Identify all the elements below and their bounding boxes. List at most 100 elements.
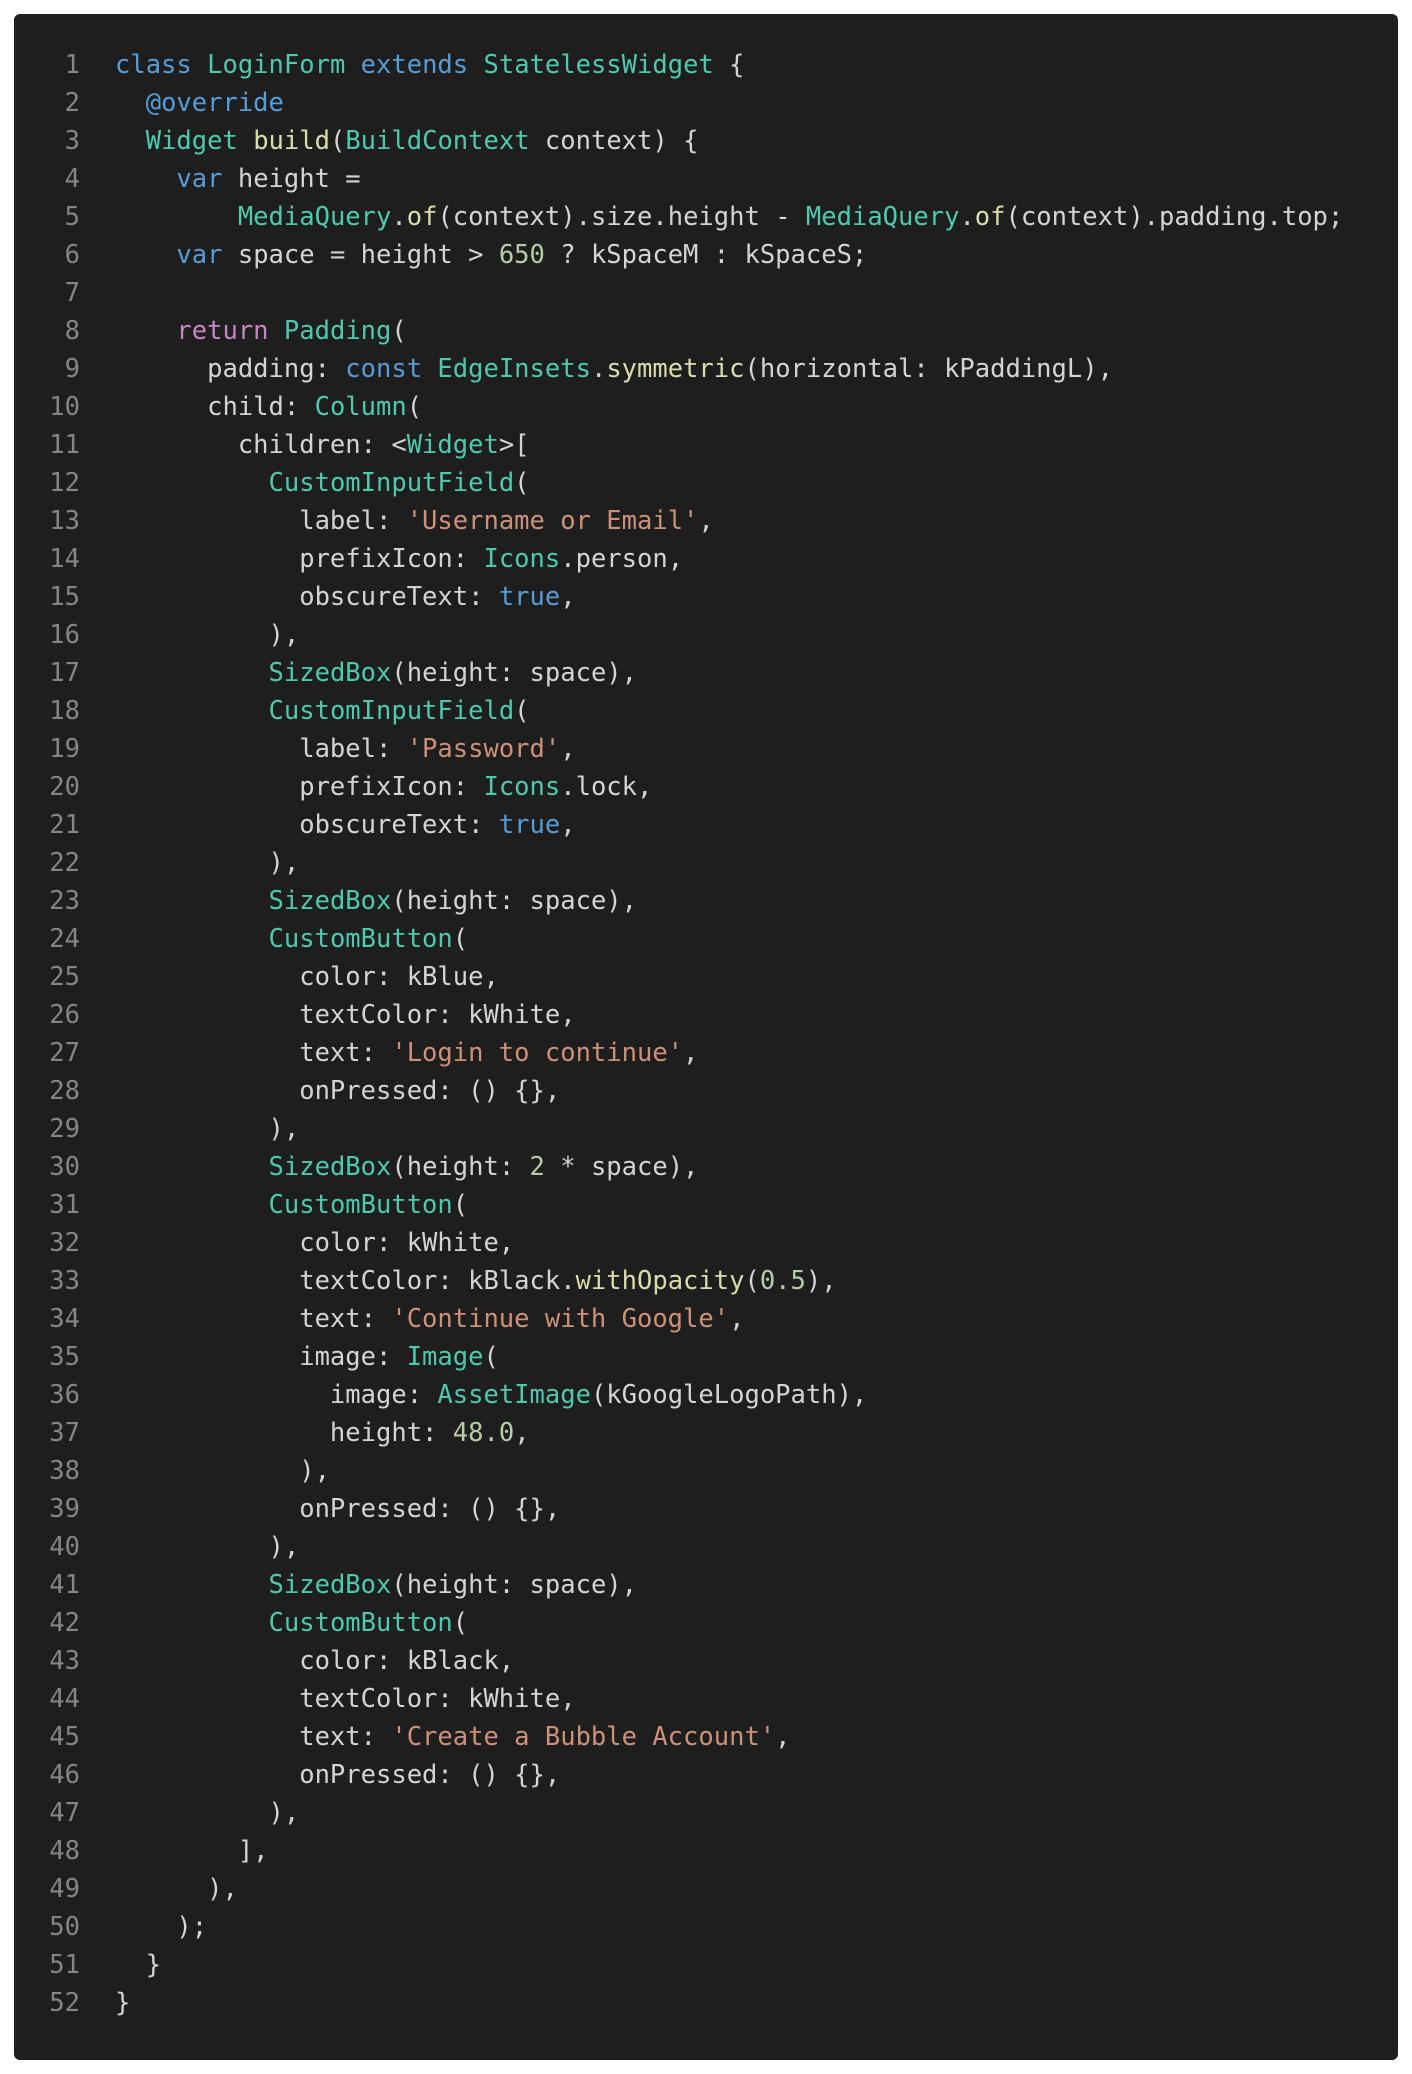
code-token: child: (115, 392, 315, 422)
line-number: 3 (64, 126, 80, 156)
code-token: 'Login to continue' (391, 1038, 684, 1068)
code-token: EdgeInsets (437, 354, 591, 384)
code-line: 1 class LoginForm extends StatelessWidget… (14, 46, 1398, 84)
code-token: color: kBlue, (115, 962, 499, 992)
code-text: label: 'Username or Email', (80, 502, 1398, 540)
line-number: 12 (49, 468, 80, 498)
code-token: 'Username or Email' (406, 506, 699, 536)
code-token: , (560, 582, 576, 612)
code-line: 21 obscureText: true, (14, 806, 1398, 844)
code-token: image: (115, 1342, 407, 1372)
line-number: 35 (49, 1342, 80, 1372)
code-line: 24 CustomButton( (14, 920, 1398, 958)
code-token: return (176, 316, 269, 346)
line-number: 43 (49, 1646, 80, 1676)
line-number: 45 (49, 1722, 80, 1752)
code-line: 39 onPressed: () {}, (14, 1490, 1398, 1528)
line-number: 31 (49, 1190, 80, 1220)
code-text: textColor: kWhite, (80, 1680, 1398, 1718)
code-token: 2 (529, 1152, 545, 1182)
line-number: 36 (49, 1380, 80, 1410)
code-token: , (729, 1304, 745, 1334)
code-line: 45 text: 'Create a Bubble Account', (14, 1718, 1398, 1756)
line-number: 41 (49, 1570, 80, 1600)
code-line: 16 ), (14, 616, 1398, 654)
code-token: ( (406, 392, 423, 422)
code-token: ? kSpaceM : kSpaceS; (544, 240, 868, 270)
code-token: obscureText: (115, 810, 499, 840)
code-line: 5 MediaQuery.of(context).size.height - M… (14, 198, 1398, 236)
code-token: BuildContext (345, 126, 530, 156)
code-text: ), (80, 844, 1398, 882)
code-token: ), (805, 1266, 837, 1296)
code-token: const (345, 354, 423, 384)
code-block: 1 class LoginForm extends StatelessWidget… (14, 14, 1398, 2060)
code-line: 3 Widget build(BuildContext context) { (14, 122, 1398, 160)
line-number: 49 (49, 1874, 80, 1904)
code-line: 37 height: 48.0, (14, 1414, 1398, 1452)
line-number: 19 (49, 734, 80, 764)
code-token: CustomInputField (268, 468, 515, 498)
code-token: LoginForm (207, 50, 346, 80)
code-text: CustomButton( (80, 1604, 1398, 1642)
code-line: 17 SizedBox(height: space), (14, 654, 1398, 692)
code-text: onPressed: () {}, (80, 1490, 1398, 1528)
code-line: 15 obscureText: true, (14, 578, 1398, 616)
code-token: 'Continue with Google' (391, 1304, 730, 1334)
line-number: 23 (49, 886, 80, 916)
code-line: 49 ), (14, 1870, 1398, 1908)
code-token: , (560, 810, 576, 840)
code-token: space = height > (222, 240, 499, 270)
code-text: child: Column( (80, 388, 1398, 426)
code-line: 36 image: AssetImage(kGoogleLogoPath), (14, 1376, 1398, 1414)
code-token: text: (115, 1304, 392, 1334)
code-text: children: <Widget>[ (80, 426, 1398, 464)
code-line: 19 label: 'Password', (14, 730, 1398, 768)
code-token: class (115, 50, 192, 80)
line-number: 32 (49, 1228, 80, 1258)
code-text: ), (80, 1870, 1398, 1908)
code-text: CustomButton( (80, 920, 1398, 958)
code-token: SizedBox (268, 886, 392, 916)
code-token: } (115, 1988, 131, 2018)
code-token: symmetric (606, 354, 745, 384)
code-token: ( (514, 468, 530, 498)
code-token: Image (406, 1342, 484, 1372)
line-number: 51 (49, 1950, 80, 1980)
code-token: Padding (283, 316, 392, 346)
code-token: , (698, 506, 714, 536)
code-token: CustomButton (268, 924, 453, 954)
line-number: 30 (49, 1152, 80, 1182)
line-number: 25 (49, 962, 80, 992)
code-token: ( (452, 1608, 469, 1638)
code-token: CustomButton (268, 1190, 453, 1220)
code-line: 35 image: Image( (14, 1338, 1398, 1376)
code-token: ( (452, 924, 469, 954)
code-text: color: kBlue, (80, 958, 1398, 996)
code-token: ); (115, 1912, 208, 1942)
code-token: ], (115, 1836, 269, 1866)
code-token: (kGoogleLogoPath), (590, 1380, 868, 1410)
code-line: 18 CustomInputField( (14, 692, 1398, 730)
code-line: 6 var space = height > 650 ? kSpaceM : k… (14, 236, 1398, 274)
line-number: 2 (64, 88, 80, 118)
line-number: 7 (64, 278, 80, 308)
code-token: . (959, 202, 975, 232)
code-token: height = (222, 164, 361, 194)
code-text: ); (80, 1908, 1398, 1946)
code-text: textColor: kBlack.withOpacity(0.5), (80, 1262, 1398, 1300)
code-token: (height: (391, 1152, 530, 1182)
code-token: image: (115, 1380, 438, 1410)
code-token: Column (314, 392, 407, 422)
code-token: ), (115, 1114, 300, 1144)
code-token: ), (115, 848, 300, 878)
code-token: (height: space), (391, 658, 637, 688)
code-token: prefixIcon: (115, 772, 484, 802)
code-token: prefixIcon: (115, 544, 484, 574)
